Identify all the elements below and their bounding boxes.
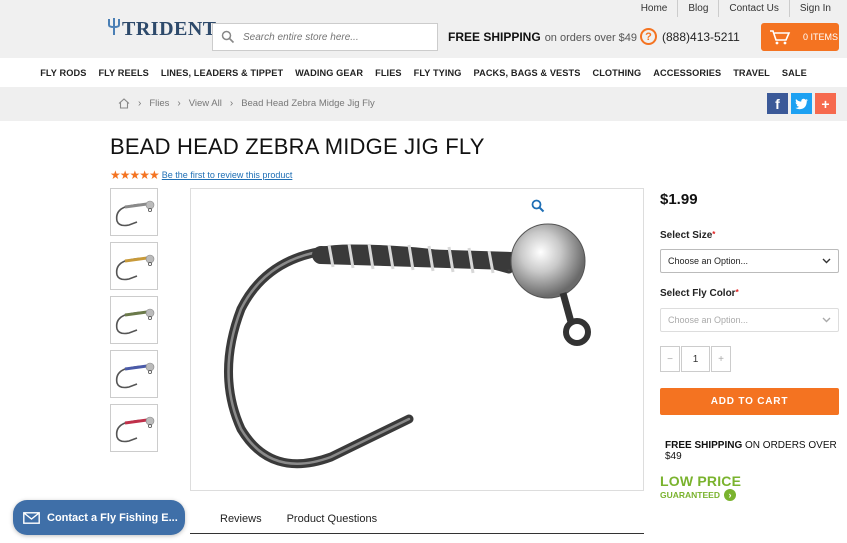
decrement-button[interactable]: − [660, 346, 680, 372]
sign-in-link[interactable]: Sign In [788, 0, 841, 17]
main-product-image[interactable] [190, 188, 644, 491]
trident-icon [108, 16, 120, 42]
quantity-stepper: − 1 + [660, 346, 731, 372]
breadcrumb: › Flies › View All › Bead Head Zebra Mid… [118, 98, 375, 109]
rating: ★★★★★ Be the first to review this produc… [110, 168, 292, 182]
low-price-text: LOW PRICE [660, 473, 742, 489]
tab-product-questions[interactable]: Product Questions [274, 510, 390, 533]
chevron-down-icon [822, 256, 831, 265]
nav-travel[interactable]: TRAVEL [733, 68, 770, 78]
nav-lines-leaders[interactable]: LINES, LEADERS & TIPPET [161, 68, 283, 78]
fly-color-label: Select Fly Color* [660, 288, 739, 299]
chevron-right-icon: › [177, 98, 181, 109]
mail-icon [23, 511, 40, 524]
nav-accessories[interactable]: ACCESSORIES [653, 68, 721, 78]
phone-number: (888)413-5211 [662, 29, 740, 44]
search-input[interactable] [243, 31, 433, 43]
breadcrumb-view-all[interactable]: View All [189, 98, 222, 109]
cart-button[interactable]: 0 ITEMS [761, 23, 839, 51]
contact-expert-button[interactable]: Contact a Fly Fishing E... [13, 500, 185, 535]
nav-packs-bags[interactable]: PACKS, BAGS & VESTS [474, 68, 581, 78]
main-nav: FLY RODS FLY REELS LINES, LEADERS & TIPP… [0, 58, 847, 87]
phone-contact[interactable]: ? (888)413-5211 [640, 28, 740, 45]
guaranteed-row: GUARANTEED › [660, 489, 741, 501]
facebook-icon[interactable]: f [767, 93, 788, 114]
nav-fly-reels[interactable]: FLY REELS [98, 68, 148, 78]
free-shipping-strong: FREE SHIPPING [448, 30, 541, 44]
share-plus-icon[interactable]: + [815, 93, 836, 114]
nav-sale[interactable]: SALE [782, 68, 807, 78]
star-rating-icon: ★★★★★ [110, 168, 160, 182]
nav-fly-rods[interactable]: FLY RODS [40, 68, 86, 78]
top-links: Home Blog Contact Us Sign In [631, 0, 841, 17]
cart-icon [769, 29, 791, 45]
nav-wading-gear[interactable]: WADING GEAR [295, 68, 363, 78]
twitter-icon[interactable] [791, 93, 812, 114]
guaranteed-text: GUARANTEED [660, 490, 720, 500]
logo-text: TRIDENT [122, 17, 217, 40]
thumbnail[interactable] [110, 242, 158, 290]
chevron-down-icon [822, 315, 831, 324]
search-icon [221, 30, 235, 44]
size-select-value: Choose an Option... [668, 256, 749, 266]
blog-link[interactable]: Blog [677, 0, 718, 17]
product-title: BEAD HEAD ZEBRA MIDGE JIG FLY [110, 134, 485, 159]
thumbnail-list [110, 188, 158, 458]
home-icon[interactable] [118, 98, 130, 109]
fly-color-select[interactable]: Choose an Option... [660, 308, 839, 332]
thumbnail[interactable] [110, 404, 158, 452]
free-shipping-banner: FREE SHIPPING on orders over $49 [448, 30, 637, 44]
thumbnail[interactable] [110, 350, 158, 398]
free-shipping-note-strong: FREE SHIPPING [665, 440, 743, 451]
free-shipping-note: FREE SHIPPING ON ORDERS OVER $49 [665, 440, 847, 462]
product-price: $1.99 [660, 191, 698, 208]
tab-reviews[interactable]: Reviews [190, 510, 274, 533]
add-to-cart-button[interactable]: ADD TO CART [660, 388, 839, 415]
fly-color-select-value: Choose an Option... [668, 315, 749, 325]
fly-hook-image [224, 223, 591, 469]
zoom-icon[interactable] [531, 199, 545, 213]
thumbnail[interactable] [110, 296, 158, 344]
quantity-input[interactable]: 1 [681, 346, 710, 372]
contact-us-link[interactable]: Contact Us [718, 0, 788, 17]
increment-button[interactable]: + [711, 346, 731, 372]
chevron-right-icon: › [229, 98, 234, 109]
cart-count: 0 ITEMS [803, 32, 839, 42]
thumbnail[interactable] [110, 188, 158, 236]
review-link[interactable]: Be the first to review this product [162, 170, 293, 180]
nav-fly-tying[interactable]: FLY TYING [414, 68, 462, 78]
chevron-right-icon: › [138, 98, 142, 109]
low-price-guarantee[interactable]: LOW PRICE GUARANTEED › [660, 473, 741, 501]
nav-flies[interactable]: FLIES [375, 68, 402, 78]
home-link[interactable]: Home [631, 0, 678, 17]
size-label: Select Size* [660, 230, 716, 241]
arrow-right-icon: › [723, 489, 736, 501]
nav-clothing[interactable]: CLOTHING [592, 68, 641, 78]
help-icon: ? [640, 28, 657, 45]
breadcrumb-current: Bead Head Zebra Midge Jig Fly [241, 98, 375, 109]
logo[interactable]: TRIDENT [108, 16, 217, 42]
header-bar: Home Blog Contact Us Sign In TRIDENT FRE… [0, 0, 847, 58]
contact-expert-label: Contact a Fly Fishing E... [47, 511, 178, 524]
breadcrumb-bar: › Flies › View All › Bead Head Zebra Mid… [0, 87, 847, 121]
search-box[interactable] [212, 23, 438, 51]
breadcrumb-flies[interactable]: Flies [149, 98, 169, 109]
size-select[interactable]: Choose an Option... [660, 249, 839, 273]
social-share: f + [767, 93, 839, 114]
product-tabs: Reviews Product Questions [190, 510, 644, 534]
free-shipping-rest: on orders over $49 [544, 32, 638, 44]
